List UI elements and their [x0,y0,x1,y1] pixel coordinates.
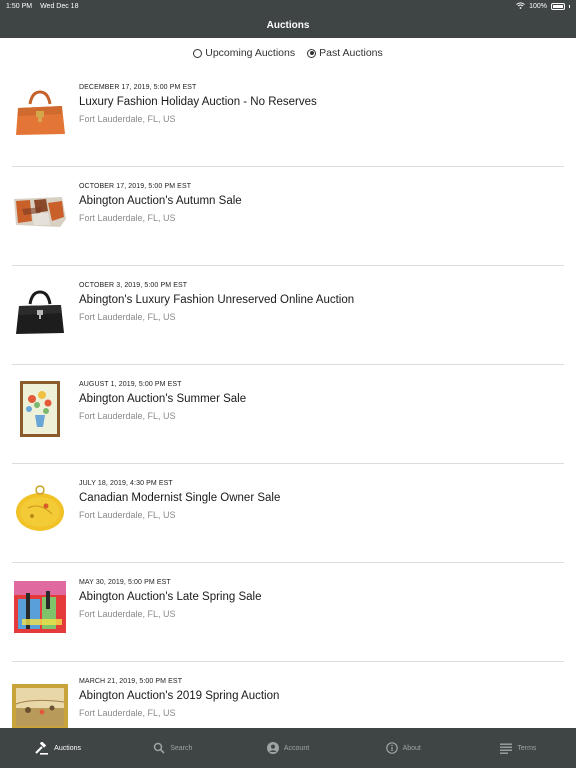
auction-title: Abington Auction's Summer Sale [79,393,247,405]
auction-title: Abington's Luxury Fashion Unreserved Onl… [79,294,355,306]
battery-icon [551,2,565,10]
tab-about[interactable]: About [346,728,461,768]
filter-past-auctions[interactable]: Past Auctions [307,47,383,59]
auction-list-item[interactable]: JULY 18, 2019, 4:30 PM EST Canadian Mode… [12,464,564,563]
wifi-icon [516,1,525,11]
auction-location: Fort Lauderdale, FL, US [79,213,176,223]
filter-upcoming-auctions[interactable]: Upcoming Auctions [193,47,295,59]
auction-location: Fort Lauderdale, FL, US [79,609,176,619]
navigation-bar: Auctions [0,12,576,38]
auction-filter: Upcoming Auctions Past Auctions [0,38,576,68]
auction-location: Fort Lauderdale, FL, US [79,312,176,322]
tab-account[interactable]: Account [230,728,345,768]
filter-label: Upcoming Auctions [205,47,296,59]
flower-painting-thumbnail [20,381,60,437]
auction-date: JULY 18, 2019, 4:30 PM EST [79,480,173,487]
radio-checked-icon [307,48,317,58]
auction-location: Fort Lauderdale, FL, US [79,114,176,124]
gavel-icon [35,741,49,755]
account-icon [266,742,279,754]
tab-search[interactable]: Search [115,728,230,768]
radio-unchecked-icon [193,48,203,58]
info-icon [385,742,398,754]
tab-label: About [402,744,421,752]
auction-location: Fort Lauderdale, FL, US [79,708,176,718]
auction-date: AUGUST 1, 2019, 5:00 PM EST [79,381,182,388]
tab-terms[interactable]: Terms [461,728,576,768]
auction-list-item[interactable]: OCTOBER 3, 2019, 5:00 PM EST Abington's … [12,266,564,365]
auction-list-item[interactable]: MARCH 21, 2019, 5:00 PM EST Abington Auc… [12,662,564,728]
patterned-box-thumbnail [14,197,66,227]
tab-bar: Auctions Search Account About Terms [0,728,576,768]
tab-label: Search [170,744,193,752]
orange-handbag-thumbnail [16,90,65,135]
auction-list[interactable]: DECEMBER 17, 2019, 5:00 PM EST Luxury Fa… [0,68,576,728]
page-title: Auctions [266,19,310,31]
tab-auctions[interactable]: Auctions [0,728,115,768]
battery-percent: 100% [529,2,547,10]
search-icon [153,742,165,754]
gold-brooch-thumbnail [16,485,64,531]
status-date: Wed Dec 18 [40,2,79,10]
list-icon [500,743,513,754]
auction-date: MAY 30, 2019, 5:00 PM EST [79,579,171,586]
battery-tip [569,4,570,8]
auction-date: OCTOBER 3, 2019, 5:00 PM EST [79,282,188,289]
pop-art-print-thumbnail [14,581,66,633]
tab-label: Auctions [54,744,82,752]
black-handbag-thumbnail [16,290,64,334]
tab-label: Account [283,744,310,752]
auction-date: DECEMBER 17, 2019, 5:00 PM EST [79,84,197,91]
auction-title: Luxury Fashion Holiday Auction - No Rese… [79,96,317,108]
auction-title: Abington Auction's Autumn Sale [79,195,242,207]
auction-location: Fort Lauderdale, FL, US [79,411,176,421]
tab-label: Terms [517,744,537,752]
auction-list-item[interactable]: AUGUST 1, 2019, 5:00 PM EST Abington Auc… [12,365,564,464]
auction-list-item[interactable]: OCTOBER 17, 2019, 5:00 PM EST Abington A… [12,167,564,266]
auction-title: Canadian Modernist Single Owner Sale [79,492,281,504]
auction-date: OCTOBER 17, 2019, 5:00 PM EST [79,183,192,190]
auction-location: Fort Lauderdale, FL, US [79,510,176,520]
auction-date: MARCH 21, 2019, 5:00 PM EST [79,678,183,685]
filter-label: Past Auctions [319,47,383,59]
auction-list-item[interactable]: DECEMBER 17, 2019, 5:00 PM EST Luxury Fa… [12,68,564,167]
status-bar: 1:50 PM Wed Dec 18 100% [0,0,576,12]
auction-title: Abington Auction's Late Spring Sale [79,591,262,603]
auction-list-item[interactable]: MAY 30, 2019, 5:00 PM EST Abington Aucti… [12,563,564,662]
framed-landscape-thumbnail [12,684,68,728]
auction-title: Abington Auction's 2019 Spring Auction [79,690,280,702]
status-time: 1:50 PM [6,2,33,10]
